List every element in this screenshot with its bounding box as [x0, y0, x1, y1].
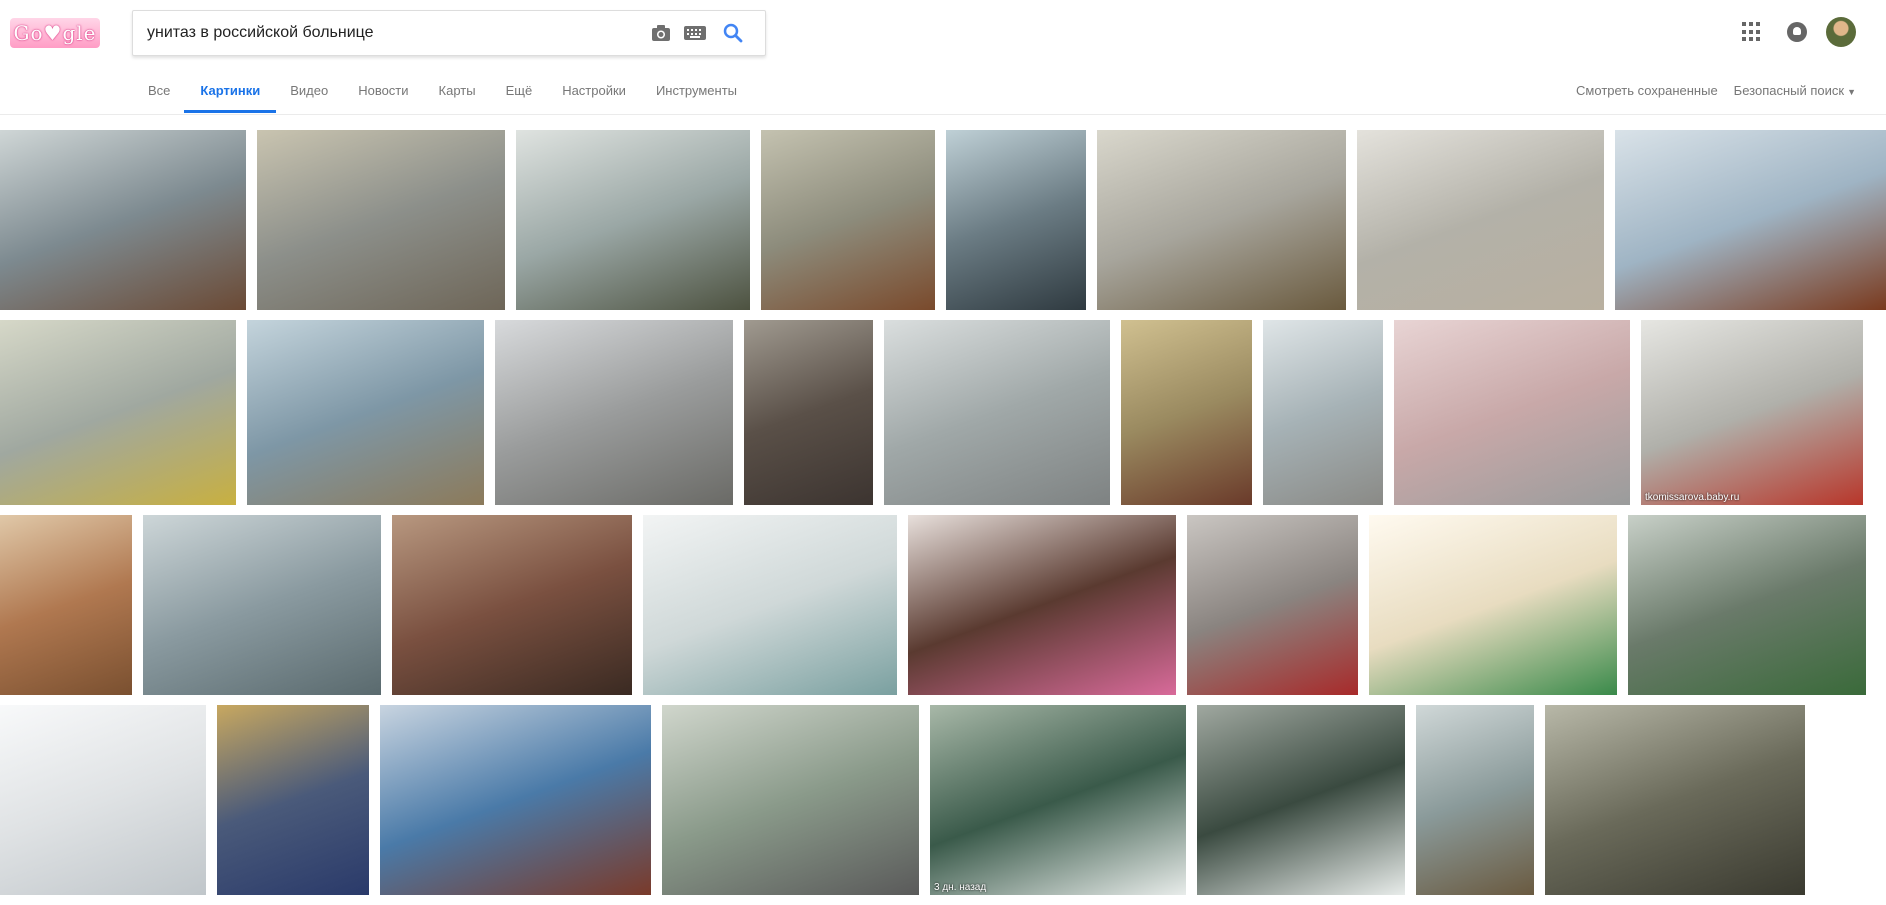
image-result[interactable]	[0, 130, 246, 310]
safesearch-label: Безопасный поиск	[1733, 83, 1845, 98]
tab-images[interactable]: Картинки	[184, 70, 276, 113]
image-result[interactable]: 3 дн. назад	[930, 705, 1186, 895]
image-result[interactable]	[1369, 515, 1617, 695]
image-result[interactable]	[1197, 705, 1405, 895]
results-row	[0, 515, 1886, 695]
nav-right: Смотреть сохраненные Безопасный поиск ▼	[1576, 70, 1856, 112]
image-result[interactable]	[908, 515, 1176, 695]
image-result[interactable]	[946, 130, 1086, 310]
image-result[interactable]	[1097, 130, 1346, 310]
image-result[interactable]	[1416, 705, 1534, 895]
image-result[interactable]	[1628, 515, 1866, 695]
results-row	[0, 130, 1886, 310]
search-box	[132, 10, 766, 56]
image-caption: 3 дн. назад	[934, 882, 987, 893]
tab-all[interactable]: Все	[148, 70, 170, 112]
tab-maps[interactable]: Карты	[439, 70, 476, 112]
image-result[interactable]	[217, 705, 369, 895]
avatar[interactable]	[1826, 17, 1856, 47]
image-result[interactable]	[884, 320, 1110, 505]
google-doodle-logo[interactable]: Go♥gle	[10, 18, 100, 48]
tab-video[interactable]: Видео	[290, 70, 328, 112]
image-result[interactable]	[1121, 320, 1252, 505]
tab-settings[interactable]: Настройки	[562, 70, 626, 112]
image-result[interactable]	[1187, 515, 1358, 695]
image-result[interactable]	[0, 705, 206, 895]
search-input[interactable]	[147, 21, 617, 45]
image-result[interactable]	[0, 515, 132, 695]
caret-down-icon: ▼	[1847, 87, 1856, 97]
keyboard-icon[interactable]	[683, 21, 707, 45]
notifications-icon[interactable]	[1787, 22, 1807, 42]
image-result[interactable]	[392, 515, 632, 695]
results-row: 3 дн. назад	[0, 705, 1886, 895]
image-result[interactable]	[247, 320, 484, 505]
image-result[interactable]	[662, 705, 919, 895]
header: Go♥gle Все Картинки Видео Новости Карты …	[0, 0, 1886, 115]
image-result[interactable]	[643, 515, 897, 695]
results-row: tkomissarova.baby.ru	[0, 320, 1886, 505]
saved-images-link[interactable]: Смотреть сохраненные	[1576, 70, 1718, 112]
tab-more[interactable]: Ещё	[506, 70, 533, 112]
tab-tools[interactable]: Инструменты	[656, 70, 737, 112]
image-result[interactable]: tkomissarova.baby.ru	[1641, 320, 1863, 505]
image-results-grid: tkomissarova.baby.ru 3 дн. назад	[0, 130, 1886, 905]
image-result[interactable]	[495, 320, 733, 505]
image-result[interactable]	[761, 130, 935, 310]
image-result[interactable]	[1394, 320, 1630, 505]
image-result[interactable]	[1263, 320, 1383, 505]
image-result[interactable]	[257, 130, 505, 310]
tab-news[interactable]: Новости	[358, 70, 408, 112]
apps-grid-icon[interactable]	[1742, 22, 1762, 42]
image-result[interactable]	[0, 320, 236, 505]
image-result[interactable]	[1545, 705, 1805, 895]
image-caption: tkomissarova.baby.ru	[1645, 492, 1740, 503]
image-result[interactable]	[516, 130, 750, 310]
search-icon[interactable]	[721, 21, 745, 45]
image-result[interactable]	[143, 515, 381, 695]
image-result[interactable]	[744, 320, 873, 505]
camera-icon[interactable]	[649, 21, 673, 45]
image-result[interactable]	[1357, 130, 1604, 310]
image-result[interactable]	[380, 705, 651, 895]
safesearch-dropdown[interactable]: Безопасный поиск ▼	[1734, 70, 1856, 112]
search-tabs: Все Картинки Видео Новости Карты Ещё Нас…	[148, 70, 767, 114]
image-result[interactable]	[1615, 130, 1886, 310]
